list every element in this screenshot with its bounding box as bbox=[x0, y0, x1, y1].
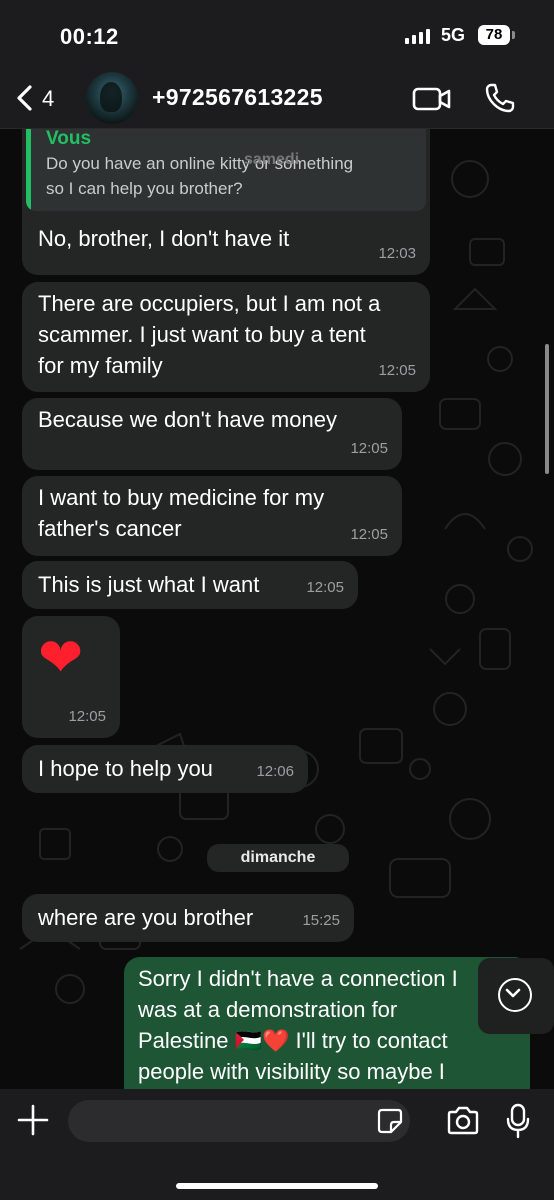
message-time: 12:05 bbox=[350, 440, 388, 457]
message-bubble[interactable]: Because we don't have money 12:05 bbox=[22, 398, 402, 470]
message-text: where are you brother bbox=[38, 905, 254, 930]
network-type: 5G bbox=[441, 25, 466, 45]
message-time: 12:05 bbox=[378, 362, 416, 379]
heart-emoji: ❤ bbox=[38, 628, 84, 688]
message-time: 12:03 bbox=[378, 245, 416, 262]
message-time: 12:05 bbox=[68, 708, 106, 725]
quote-accent-bar bbox=[26, 129, 31, 211]
message-input[interactable] bbox=[68, 1100, 410, 1142]
message-time: 12:06 bbox=[256, 763, 294, 780]
unread-count[interactable]: 4 bbox=[42, 86, 54, 112]
microphone-icon[interactable] bbox=[506, 1103, 530, 1139]
message-bubble[interactable]: where are you brother 15:25 bbox=[22, 894, 354, 942]
quoted-message[interactable]: Vous Do you have an online kitty or some… bbox=[26, 129, 426, 211]
chat-area[interactable]: Vous Do you have an online kitty or some… bbox=[0, 129, 554, 1089]
quote-text: Do you have an online kitty or something… bbox=[46, 154, 354, 198]
message-text: There are occupiers, but I am not a scam… bbox=[38, 291, 381, 378]
message-bubble[interactable]: There are occupiers, but I am not a scam… bbox=[22, 282, 430, 392]
scroll-indicator[interactable] bbox=[545, 344, 549, 474]
scroll-to-bottom-button[interactable] bbox=[478, 958, 554, 1034]
message-time: 12:05 bbox=[306, 579, 344, 596]
home-indicator[interactable] bbox=[176, 1183, 378, 1189]
video-icon[interactable] bbox=[412, 84, 452, 114]
message-text: No, brother, I don't have it bbox=[38, 226, 290, 251]
signal-icon bbox=[405, 28, 430, 44]
phone-icon[interactable] bbox=[484, 82, 516, 114]
sticker-icon[interactable] bbox=[377, 1108, 403, 1134]
message-text: I hope to help you bbox=[38, 756, 213, 781]
contact-name[interactable]: +972567613225 bbox=[152, 84, 323, 111]
message-text: This is just what I want bbox=[38, 572, 260, 597]
message-text: Sorry I didn't have a connection I was a… bbox=[138, 966, 458, 1084]
day-separator: dimanche bbox=[207, 844, 349, 872]
chevron-down-icon bbox=[498, 978, 532, 1012]
plus-icon[interactable] bbox=[16, 1103, 50, 1137]
message-time: 12:05 bbox=[350, 526, 388, 543]
message-bubble-outgoing[interactable]: Sorry I didn't have a connection I was a… bbox=[124, 957, 530, 1089]
day-label-overlay: samedi bbox=[244, 151, 300, 168]
message-bubble[interactable]: ❤ 12:05 bbox=[22, 616, 120, 738]
message-bubble[interactable]: I want to buy medicine for my father's c… bbox=[22, 476, 402, 556]
message-bubble[interactable]: I hope to help you 12:06 bbox=[22, 745, 308, 793]
message-bubble[interactable]: Vous Do you have an online kitty or some… bbox=[22, 129, 430, 275]
message-bubble[interactable]: This is just what I want 12:05 bbox=[22, 561, 358, 609]
status-time: 00:12 bbox=[60, 24, 119, 49]
message-text: I want to buy medicine for my father's c… bbox=[38, 485, 325, 541]
battery-tip bbox=[512, 31, 515, 39]
chevron-left-icon[interactable] bbox=[10, 81, 42, 115]
camera-icon[interactable] bbox=[446, 1106, 480, 1136]
status-bar: 00:12 5G 78 bbox=[0, 0, 554, 70]
message-text: Because we don't have money bbox=[38, 407, 337, 432]
battery-icon: 78 bbox=[478, 25, 510, 45]
message-time: 15:25 bbox=[302, 912, 340, 929]
avatar[interactable] bbox=[86, 72, 138, 124]
chat-header: 4 +972567613225 bbox=[0, 70, 554, 129]
input-bar bbox=[0, 1089, 554, 1200]
